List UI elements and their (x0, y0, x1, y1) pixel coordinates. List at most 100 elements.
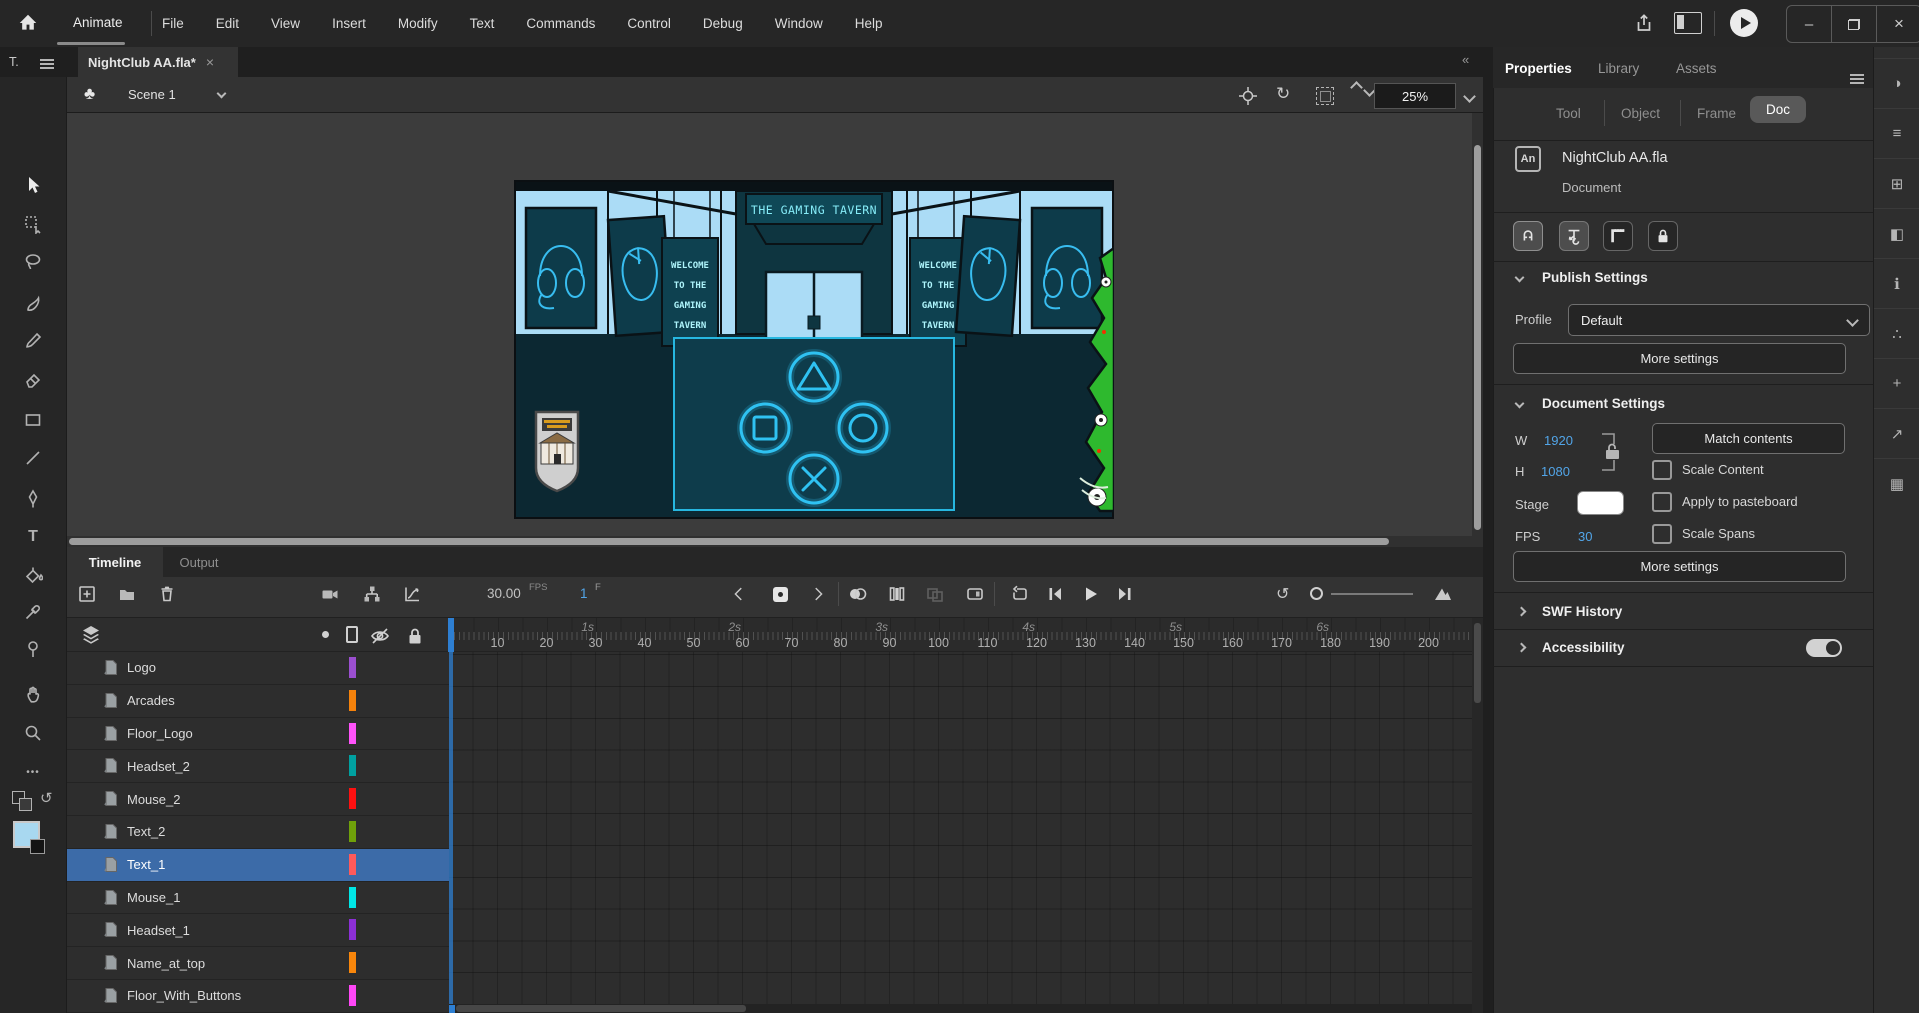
restore-button[interactable] (1831, 6, 1877, 42)
dock-panel-icon[interactable]: + (1874, 358, 1919, 408)
step-previous-keyframe-button[interactable] (724, 578, 754, 610)
snap-magnet-button[interactable] (1513, 221, 1543, 251)
lock-column-icon[interactable] (406, 626, 424, 649)
tools-panel-menu-icon[interactable] (40, 59, 54, 69)
fluid-brush-tool[interactable] (14, 288, 52, 322)
layer-row[interactable]: Logo (67, 652, 449, 685)
zoom-tool[interactable] (14, 716, 52, 750)
layer-row[interactable]: Mouse_1 (67, 882, 449, 915)
layer-row[interactable]: Text_1 (67, 849, 449, 882)
dock-panel-icon[interactable]: ≡ (1874, 108, 1919, 158)
loop-playback-button[interactable] (1005, 578, 1035, 610)
layer-color-swatch[interactable] (349, 919, 356, 940)
layer-color-swatch[interactable] (349, 854, 356, 875)
app-menu-animate[interactable]: Animate (73, 15, 123, 30)
layer-color-swatch[interactable] (349, 952, 356, 973)
hide-column-icon[interactable] (369, 625, 391, 650)
layer-color-swatch[interactable] (349, 723, 356, 744)
show-depth-button[interactable] (397, 578, 427, 610)
tab-output[interactable]: Output (163, 547, 235, 577)
layer-parenting-button[interactable] (357, 578, 387, 610)
collapse-panel-icon[interactable]: « (1462, 52, 1469, 67)
outline-column-icon[interactable] (322, 631, 329, 638)
classic-brush-tool[interactable] (14, 324, 52, 358)
insert-keyframe-button[interactable] (765, 578, 795, 610)
height-value[interactable]: 1080 (1541, 464, 1570, 479)
subtab-doc[interactable]: Doc (1750, 96, 1806, 123)
close-button[interactable]: × (1877, 6, 1919, 42)
fps-value[interactable]: 30.00 (487, 586, 521, 601)
layer-color-swatch[interactable] (349, 788, 356, 809)
timeline-zoom-slider[interactable] (1331, 593, 1413, 595)
menu-item[interactable]: Debug (701, 16, 745, 31)
new-layer-button[interactable] (72, 578, 102, 610)
share-button[interactable] (1628, 8, 1660, 38)
step-back-button[interactable] (1040, 578, 1070, 610)
rotate-view-icon[interactable]: ↻ (1276, 84, 1290, 104)
test-movie-button[interactable] (1730, 9, 1758, 37)
zoom-stepper[interactable] (1352, 83, 1374, 98)
selection-tool[interactable] (14, 168, 52, 202)
layer-row[interactable]: Name_at_top (67, 947, 449, 980)
snap-align-button[interactable] (1559, 221, 1589, 251)
paint-bucket-tool[interactable] (14, 559, 52, 593)
dock-panel-icon[interactable]: ◧ (1874, 208, 1919, 258)
menu-item[interactable]: Help (853, 16, 885, 31)
onion-skin-button[interactable] (843, 578, 873, 610)
rulers-button[interactable] (1603, 221, 1633, 251)
dock-panel-icon[interactable]: ∴ (1874, 308, 1919, 358)
stage-canvas[interactable]: THE GAMING TAVERN WELCOME TO THE (514, 180, 1114, 519)
edit-multiple-frames-button[interactable] (920, 578, 950, 610)
line-tool[interactable] (14, 441, 52, 475)
fps-setting-value[interactable]: 30 (1578, 529, 1592, 544)
link-dimensions-button[interactable] (1594, 428, 1624, 479)
layer-row[interactable]: Headset_1 (67, 914, 449, 947)
dock-panel-icon[interactable]: ◑ (1874, 58, 1919, 108)
layer-color-swatch[interactable] (349, 657, 356, 678)
publish-settings-title[interactable]: Publish Settings (1542, 270, 1648, 285)
document-settings-title[interactable]: Document Settings (1542, 396, 1665, 411)
menu-item[interactable]: Edit (214, 16, 241, 31)
scale-content-checkbox[interactable] (1652, 460, 1672, 480)
document-more-settings-button[interactable]: More settings (1513, 551, 1846, 582)
apply-pasteboard-checkbox[interactable] (1652, 492, 1672, 512)
menu-item[interactable]: Commands (524, 16, 597, 31)
layer-row[interactable]: Floor_Logo (67, 718, 449, 751)
subtab-frame[interactable]: Frame (1697, 106, 1736, 121)
accessibility-toggle[interactable] (1806, 639, 1842, 657)
document-tab[interactable]: NightClub AA.fla* × (78, 47, 238, 77)
width-value[interactable]: 1920 (1544, 433, 1573, 448)
asset-warp-tool[interactable] (14, 632, 52, 666)
lasso-tool[interactable] (14, 245, 52, 279)
stroke-color-swatch[interactable] (30, 839, 45, 854)
rectangle-tool[interactable] (14, 403, 52, 437)
lock-guides-button[interactable] (1648, 221, 1678, 251)
dock-panel-icon[interactable]: ▦ (1874, 458, 1919, 508)
menu-item[interactable]: Window (773, 16, 825, 31)
properties-panel-menu-icon[interactable] (1850, 74, 1864, 84)
subtab-tool[interactable]: Tool (1556, 106, 1581, 121)
layer-color-swatch[interactable] (349, 821, 356, 842)
layer-row[interactable]: Text_2 (67, 816, 449, 849)
tab-library[interactable]: Library (1598, 61, 1639, 76)
eraser-tool[interactable] (14, 362, 52, 396)
frames-grid[interactable] (449, 652, 1472, 1004)
clip-content-button[interactable] (1316, 87, 1334, 105)
menu-item[interactable]: Modify (396, 16, 440, 31)
swap-colors-icon-2[interactable] (19, 798, 32, 811)
home-button[interactable] (10, 5, 46, 41)
center-stage-button[interactable] (1236, 84, 1260, 108)
layer-row[interactable]: Floor_With_Buttons (67, 980, 449, 1013)
camera-button[interactable] (315, 578, 345, 610)
menu-item[interactable]: Control (625, 16, 673, 31)
tab-properties[interactable]: Properties (1505, 61, 1572, 76)
current-frame-value[interactable]: 1 (580, 586, 588, 601)
workspace-button[interactable] (1674, 12, 1702, 34)
timeline-zoom-max-button[interactable] (1428, 578, 1458, 610)
free-transform-tool[interactable] (14, 207, 52, 241)
canvas-hscrollbar-thumb[interactable] (69, 538, 1389, 545)
layer-color-swatch[interactable] (349, 887, 356, 908)
accessibility-title[interactable]: Accessibility (1542, 640, 1625, 655)
reset-colors-icon[interactable]: ↺ (40, 789, 53, 807)
subtab-object[interactable]: Object (1621, 106, 1660, 121)
